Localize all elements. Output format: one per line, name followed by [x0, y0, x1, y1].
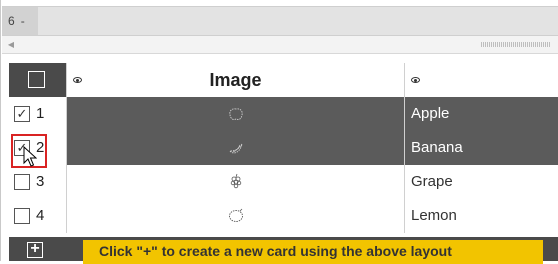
row-select-cell: 3: [9, 165, 66, 199]
visibility-eye-icon[interactable]: [411, 77, 420, 83]
image-cell[interactable]: [66, 131, 404, 165]
card-view-window: 6- ◀ Image ✓ 1 Apple ✓ 2 Banana 3 Grape …: [0, 0, 558, 264]
scroll-left-arrow-icon[interactable]: ◀: [2, 36, 20, 53]
name-cell[interactable]: Apple: [404, 97, 558, 131]
row-number: 1: [36, 105, 45, 122]
row-select-cell: 4: [9, 199, 66, 233]
add-card-button[interactable]: +: [9, 238, 59, 261]
page-toolbar: 6-: [2, 6, 558, 36]
row-number: 3: [36, 173, 45, 190]
table-header-row: Image: [9, 63, 558, 97]
lemon-icon: [228, 208, 243, 222]
hint-callout: Click "+" to create a new card using the…: [83, 240, 543, 264]
plus-icon: +: [27, 241, 43, 258]
scrollbar-grip[interactable]: [481, 42, 551, 47]
banana-icon: [228, 143, 242, 154]
page-indicator[interactable]: 6-: [2, 7, 38, 35]
table-row[interactable]: ✓ 1 Apple: [9, 97, 558, 131]
row-checkbox[interactable]: [14, 208, 30, 224]
fruit-name: Banana: [411, 139, 463, 156]
image-cell[interactable]: [66, 199, 404, 233]
column-header-label: Image: [209, 70, 262, 90]
select-all-cell: [9, 63, 66, 97]
row-select-cell: ✓ 1: [9, 97, 66, 131]
row-number: 4: [36, 207, 45, 224]
select-all-checkbox[interactable]: [28, 71, 45, 88]
name-cell[interactable]: Lemon: [404, 199, 558, 233]
table-row[interactable]: 3 Grape: [9, 165, 558, 199]
table-row[interactable]: 4 Lemon: [9, 199, 558, 233]
page-separator: -: [20, 14, 25, 28]
table-row[interactable]: ✓ 2 Banana: [9, 131, 558, 165]
mouse-pointer-icon: [23, 146, 37, 167]
fruit-name: Apple: [411, 105, 450, 122]
fruit-name: Lemon: [411, 207, 457, 224]
apple-icon: [228, 108, 243, 120]
name-cell[interactable]: Grape: [404, 165, 558, 199]
name-cell[interactable]: Banana: [404, 131, 558, 165]
row-checkbox[interactable]: ✓: [14, 106, 30, 122]
grape-icon: [230, 173, 241, 189]
fruit-name: Grape: [411, 173, 453, 190]
column-header-name[interactable]: [404, 63, 558, 97]
horizontal-scrollbar[interactable]: ◀: [2, 36, 558, 54]
image-cell[interactable]: [66, 165, 404, 199]
column-header-image[interactable]: Image: [66, 63, 404, 97]
page-number: 6: [8, 14, 15, 28]
image-cell[interactable]: [66, 97, 404, 131]
row-checkbox[interactable]: [14, 174, 30, 190]
